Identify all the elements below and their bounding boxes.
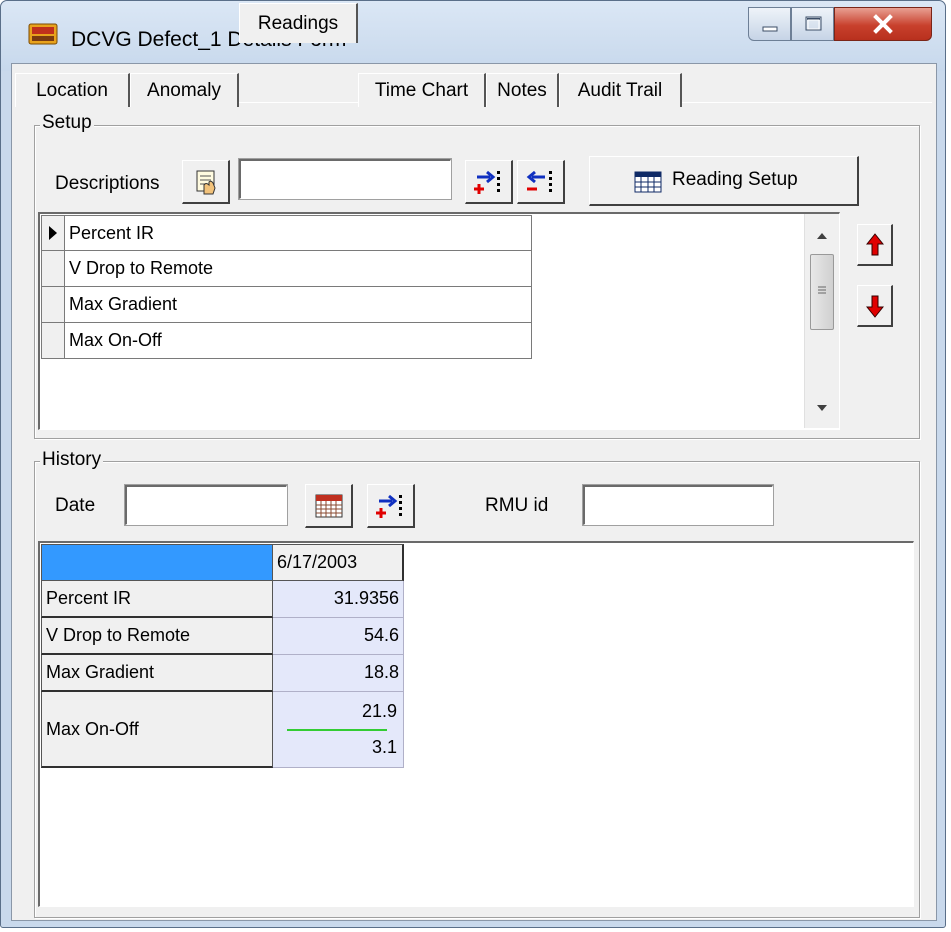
scroll-thumb[interactable] xyxy=(810,254,834,330)
tab-audit-trail[interactable]: Audit Trail xyxy=(559,73,682,107)
scroll-down-icon xyxy=(817,405,827,411)
add-arrow-icon xyxy=(375,494,402,518)
date-label: Date xyxy=(55,495,96,516)
remove-reading-button[interactable] xyxy=(517,160,565,204)
off-value: 3.1 xyxy=(371,737,397,757)
history-value-cell[interactable]: 21.9 3.1 xyxy=(273,692,404,768)
description-input[interactable] xyxy=(239,159,451,199)
reading-setup-label: Reading Setup xyxy=(672,169,798,190)
red-up-arrow-icon xyxy=(865,232,884,255)
descriptions-lookup-button[interactable] xyxy=(182,160,230,204)
date-picker-button[interactable] xyxy=(305,484,353,528)
notepad-hand-icon xyxy=(196,170,216,194)
history-group-label: History xyxy=(40,449,104,470)
reading-name-cell[interactable]: Max Gradient xyxy=(65,287,532,323)
add-history-button[interactable] xyxy=(367,484,415,528)
calendar-icon xyxy=(315,494,342,517)
move-up-button[interactable] xyxy=(857,224,893,266)
row-selector[interactable] xyxy=(41,287,65,323)
tab-anomaly[interactable]: Anomaly xyxy=(130,73,239,107)
rmu-id-input[interactable] xyxy=(583,485,773,525)
grid-corner-header xyxy=(41,544,273,581)
history-value-cell[interactable]: 18.8 xyxy=(273,655,404,692)
row-selector[interactable] xyxy=(41,251,65,287)
list-item[interactable]: V Drop to Remote xyxy=(41,251,532,287)
tab-location[interactable]: Location xyxy=(15,73,130,107)
tab-readings[interactable]: Readings xyxy=(239,3,358,43)
tab-time-chart[interactable]: Time Chart xyxy=(358,73,486,107)
red-down-arrow-icon xyxy=(865,295,884,318)
add-reading-button[interactable] xyxy=(465,160,513,204)
app-icon xyxy=(28,23,58,45)
list-item[interactable]: Max Gradient xyxy=(41,287,532,323)
scroll-up-icon xyxy=(817,233,827,239)
minimize-icon xyxy=(762,26,778,32)
setup-group-label: Setup xyxy=(40,112,94,133)
remove-arrow-icon xyxy=(526,170,552,192)
close-button[interactable] xyxy=(834,7,932,41)
minimize-button[interactable] xyxy=(748,7,791,41)
descriptions-label: Descriptions xyxy=(55,173,160,194)
row-pointer-icon xyxy=(49,226,57,240)
readings-scrollbar[interactable] xyxy=(804,214,839,428)
calendar-grid-icon xyxy=(634,171,662,193)
reading-name-cell[interactable]: Max On-Off xyxy=(65,323,532,359)
history-row-label: Max Gradient xyxy=(41,655,273,692)
maximize-button[interactable] xyxy=(791,7,834,41)
list-item[interactable]: Max On-Off xyxy=(41,323,532,359)
on-value: 21.9 xyxy=(361,701,397,721)
reading-name-cell[interactable]: V Drop to Remote xyxy=(65,251,532,287)
history-row-label: V Drop to Remote xyxy=(41,618,273,655)
date-input[interactable] xyxy=(125,485,287,525)
reading-setup-button[interactable]: Reading Setup xyxy=(589,156,859,206)
move-down-button[interactable] xyxy=(857,285,893,327)
title-bar[interactable]: DCVG Defect_1 Details Form xyxy=(1,1,945,71)
maximize-icon xyxy=(805,16,822,31)
date-column-header[interactable]: 6/17/2003 xyxy=(273,544,404,581)
history-value-cell[interactable]: 54.6 xyxy=(273,618,404,655)
close-icon xyxy=(873,14,893,34)
rmu-id-label: RMU id xyxy=(485,495,549,516)
reading-name-cell[interactable]: Percent IR xyxy=(65,215,532,251)
row-selector[interactable] xyxy=(41,215,65,251)
list-item[interactable]: Percent IR xyxy=(41,215,532,251)
grip-icon xyxy=(818,286,826,294)
history-row-label: Percent IR xyxy=(41,581,273,618)
history-row-label: Max On-Off xyxy=(41,692,273,768)
row-selector[interactable] xyxy=(41,323,65,359)
add-arrow-icon xyxy=(473,170,500,194)
history-value-cell[interactable]: 31.9356 xyxy=(273,581,404,618)
form-window: DCVG Defect_1 Details Form Location Anom… xyxy=(0,0,946,928)
tab-notes[interactable]: Notes xyxy=(486,73,559,107)
